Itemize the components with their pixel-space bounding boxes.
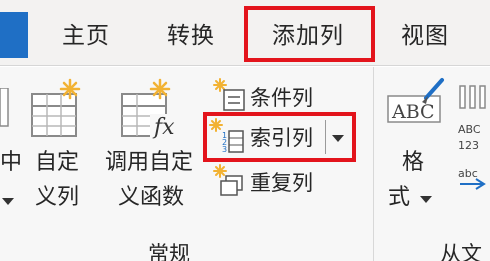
- svg-text:123: 123: [458, 139, 479, 152]
- invoke-function-label-line2: 义函数: [118, 185, 185, 210]
- custom-column-label-line2: 义列: [35, 185, 80, 210]
- partial-left-icon: [0, 88, 9, 127]
- svg-text:ABC: ABC: [458, 123, 481, 136]
- custom-column-icon: [31, 78, 81, 137]
- parse-abc-123-icon: ABC 123: [458, 123, 481, 152]
- add-column-tab-highlight: [244, 6, 375, 62]
- extract-icon: [459, 85, 486, 109]
- index-column-highlight: [203, 112, 356, 162]
- fx-icon: fx: [152, 115, 175, 140]
- format-abc-icon: ABC: [387, 78, 444, 123]
- invoke-function-icon: fx: [121, 78, 184, 140]
- sparkle-icon: [213, 164, 227, 178]
- sparkle-icon: [149, 78, 171, 100]
- group-separator: [373, 67, 374, 261]
- conditional-column-label: 条件列: [250, 86, 313, 110]
- conditional-column-icon: [213, 78, 245, 111]
- duplicate-column-label: 重复列: [250, 171, 313, 195]
- from-text-group-label: 从文: [440, 242, 482, 261]
- custom-column-label-line1: 自定: [35, 150, 80, 175]
- format-label-line2: 式: [388, 185, 411, 210]
- invoke-function-label-line1: 调用自定: [105, 150, 194, 175]
- tab-home[interactable]: 主页: [62, 16, 110, 50]
- tab-transform[interactable]: 转换: [167, 16, 215, 50]
- partial-left-label: 中: [0, 150, 23, 175]
- format-label-line1: 格: [402, 150, 425, 175]
- svg-text:ABC: ABC: [391, 101, 435, 123]
- format-chevron-down-icon: [420, 196, 432, 203]
- abc-lower-icon: abc: [458, 167, 486, 190]
- sparkle-icon: [59, 78, 81, 100]
- duplicate-column-icon: [213, 164, 243, 196]
- svg-text:abc: abc: [458, 167, 478, 180]
- partial-left-caret[interactable]: [2, 198, 14, 205]
- tab-view[interactable]: 视图: [401, 16, 449, 50]
- sparkle-icon: [213, 78, 227, 92]
- file-tab[interactable]: [0, 12, 28, 58]
- general-group-label: 常规: [148, 242, 190, 261]
